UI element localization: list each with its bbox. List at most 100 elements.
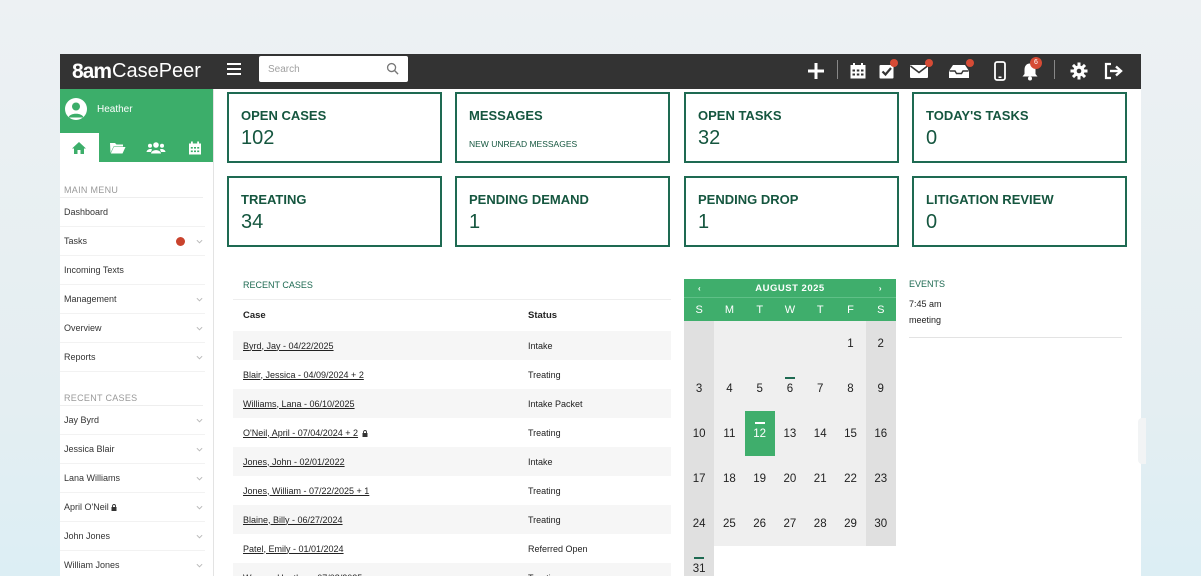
calendar-day[interactable]: 27 xyxy=(774,501,806,546)
pending-drop-card[interactable]: PENDING DROP 1 xyxy=(684,176,899,247)
calendar-empty-cell xyxy=(684,321,715,366)
case-link[interactable]: Jones, William - 07/22/2025 + 1 xyxy=(243,486,369,496)
calendar-day-number: 28 xyxy=(813,517,827,530)
search-input[interactable] xyxy=(268,63,386,75)
calendar-day[interactable]: 21 xyxy=(805,456,836,501)
bell-icon[interactable]: 6 xyxy=(1019,57,1042,82)
calendar-prev-button[interactable]: ‹ xyxy=(698,284,701,293)
messages-card[interactable]: MESSAGES NEW UNREAD MESSAGES xyxy=(455,92,670,163)
sidebar-item-reports[interactable]: Reports xyxy=(60,343,205,372)
sidebar-recent-case[interactable]: April O'Neil xyxy=(60,493,205,522)
treating-card[interactable]: TREATING 34 xyxy=(227,176,442,247)
case-link[interactable]: Jones, John - 02/01/2022 xyxy=(243,457,345,467)
calendar-day[interactable]: 22 xyxy=(835,456,866,501)
calendar-day[interactable]: 3 xyxy=(684,366,715,411)
open-cases-card[interactable]: OPEN CASES 102 xyxy=(227,92,442,163)
case-link[interactable]: Patel, Emily - 01/01/2024 xyxy=(243,544,344,554)
card-value: 102 xyxy=(241,127,275,149)
calendar-day[interactable]: 10 xyxy=(684,411,715,456)
case-link[interactable]: Warren, Heather - 07/08/2025 xyxy=(243,573,362,576)
sidebar-recent-case[interactable]: Lana Williams xyxy=(60,464,205,493)
avatar[interactable] xyxy=(65,98,87,120)
case-link[interactable]: Byrd, Jay - 04/22/2025 xyxy=(243,341,334,351)
chevron-down-icon xyxy=(196,563,203,568)
sidebar-recent-case[interactable]: John Jones xyxy=(60,522,205,551)
calendar-icon[interactable] xyxy=(847,60,869,82)
calendar-day[interactable]: 7 xyxy=(805,366,836,411)
calendar-day[interactable]: 2 xyxy=(865,321,896,366)
calendar-day[interactable]: 24 xyxy=(684,501,715,546)
tasks-checkbox-icon[interactable] xyxy=(876,59,898,82)
event-name[interactable]: meeting xyxy=(909,315,1122,325)
calendar-day[interactable]: 5 xyxy=(744,366,775,411)
calendar-day[interactable]: 13 xyxy=(774,411,806,456)
case-link[interactable]: Blair, Jessica - 04/09/2024 + 2 xyxy=(243,370,364,380)
litigation-review-card[interactable]: LITIGATION REVIEW 0 xyxy=(912,176,1127,247)
sidebar-recent-case[interactable]: William Jones xyxy=(60,551,205,576)
sidebar-item-dashboard[interactable]: Dashboard xyxy=(60,198,205,227)
logo[interactable]: 8am CasePeer xyxy=(72,58,201,85)
side-feedback-tab[interactable] xyxy=(1138,418,1146,464)
calendar-day[interactable]: 17 xyxy=(684,456,715,501)
status-cell: Treating xyxy=(528,514,561,525)
card-title: PENDING DEMAND xyxy=(469,192,589,207)
calendar-next-button[interactable]: › xyxy=(879,284,882,293)
inbox-tray-icon[interactable] xyxy=(948,59,974,82)
calendar-day-number: 7 xyxy=(816,382,824,395)
calendar-day[interactable]: 9 xyxy=(865,366,896,411)
add-icon[interactable] xyxy=(805,60,827,82)
sidebar-item-overview[interactable]: Overview xyxy=(60,314,205,343)
case-link[interactable]: Williams, Lana - 06/10/2025 xyxy=(243,399,355,409)
calendar-day[interactable]: 15 xyxy=(835,411,866,456)
hamburger-menu-icon[interactable] xyxy=(227,63,241,75)
calendar-day[interactable]: 23 xyxy=(865,456,896,501)
calendar-day[interactable]: 1 xyxy=(835,321,866,366)
recent-cases-table: Case Status Byrd, Jay - 04/22/2025 Intake… xyxy=(233,299,671,576)
sidebar-item-tasks[interactable]: Tasks xyxy=(60,227,205,256)
gear-icon[interactable] xyxy=(1068,60,1090,82)
status-cell: Treating xyxy=(518,573,561,576)
calendar-day[interactable]: 20 xyxy=(774,456,806,501)
calendar-day[interactable]: 12 xyxy=(744,411,775,456)
calendar-day[interactable]: 29 xyxy=(835,501,866,546)
calendar-empty-cell xyxy=(774,321,806,366)
calendar-day[interactable]: 6 xyxy=(774,366,806,411)
tab-home[interactable] xyxy=(60,133,99,162)
pending-demand-card[interactable]: PENDING DEMAND 1 xyxy=(455,176,670,247)
case-cell: Blaine, Billy - 06/27/2024 xyxy=(233,515,518,525)
tab-contacts[interactable] xyxy=(137,133,176,162)
calendar-day[interactable]: 28 xyxy=(805,501,836,546)
calendar-day[interactable]: 19 xyxy=(744,456,775,501)
mail-icon[interactable] xyxy=(908,59,933,82)
sidebar-item-management[interactable]: Management xyxy=(60,285,205,314)
tab-calendar[interactable] xyxy=(176,133,214,162)
calendar-day[interactable]: 8 xyxy=(835,366,866,411)
calendar-day[interactable]: 25 xyxy=(714,501,745,546)
calendar-day[interactable]: 4 xyxy=(714,366,745,411)
sidebar-recent-case[interactable]: Jay Byrd xyxy=(60,406,205,435)
calendar-empty-cell xyxy=(805,321,836,366)
sidebar-item-incoming-texts[interactable]: Incoming Texts xyxy=(60,256,205,285)
calendar-day-number: 21 xyxy=(813,472,827,485)
column-header-case[interactable]: Case xyxy=(233,310,518,321)
column-header-status[interactable]: Status xyxy=(518,310,557,321)
tab-cases[interactable] xyxy=(99,133,138,162)
calendar-day[interactable]: 31 xyxy=(684,546,715,576)
calendar-day[interactable]: 11 xyxy=(714,411,745,456)
chevron-down-icon xyxy=(196,447,203,452)
logout-icon[interactable] xyxy=(1103,60,1125,82)
calendar-day[interactable]: 26 xyxy=(744,501,775,546)
case-cell: Jones, William - 07/22/2025 + 1 xyxy=(233,486,518,496)
calendar-day[interactable]: 16 xyxy=(865,411,896,456)
open-tasks-card[interactable]: OPEN TASKS 32 xyxy=(684,92,899,163)
todays-tasks-card[interactable]: TODAY'S TASKS 0 xyxy=(912,92,1127,163)
calendar-day[interactable]: 14 xyxy=(805,411,836,456)
table-row: Blair, Jessica - 04/09/2024 + 2 Treating xyxy=(233,360,671,389)
calendar-day[interactable]: 30 xyxy=(865,501,896,546)
calendar-day[interactable]: 18 xyxy=(714,456,745,501)
case-link[interactable]: Blaine, Billy - 06/27/2024 xyxy=(243,515,343,525)
sidebar-recent-case[interactable]: Jessica Blair xyxy=(60,435,205,464)
search-icon[interactable] xyxy=(386,62,399,75)
case-link[interactable]: O'Neil, April - 07/04/2024 + 2 xyxy=(243,428,358,438)
mobile-phone-icon[interactable] xyxy=(989,60,1011,82)
